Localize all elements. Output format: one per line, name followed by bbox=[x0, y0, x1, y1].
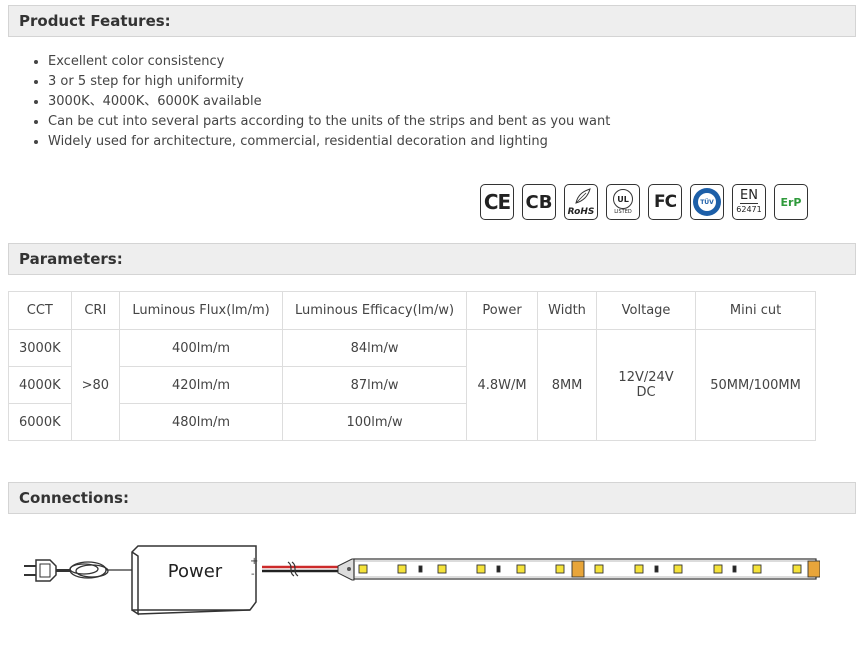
efficacy-cell: 84lm/w bbox=[282, 329, 468, 367]
cct-cell: 6000K bbox=[8, 403, 72, 441]
resistor bbox=[418, 565, 423, 573]
column-header: Power bbox=[466, 291, 539, 330]
product-features-title: Product Features: bbox=[19, 12, 171, 30]
table-header-row: CCT CRI Luminous Flux(lm/m) Luminous Eff… bbox=[8, 291, 817, 330]
parameters-title: Parameters: bbox=[19, 250, 123, 268]
column-header: Luminous Flux(lm/m) bbox=[119, 291, 284, 330]
en-62471-mark-icon: EN 62471 bbox=[732, 184, 766, 220]
list-item: Widely used for architecture, commercial… bbox=[48, 132, 610, 152]
feature-list: Excellent color consistency 3 or 5 step … bbox=[26, 52, 610, 152]
column-header: CCT bbox=[8, 291, 72, 330]
led-chip bbox=[437, 564, 447, 574]
led-chip bbox=[516, 564, 526, 574]
column-header: Mini cut bbox=[695, 291, 817, 330]
list-item: Excellent color consistency bbox=[48, 52, 610, 72]
ul-listed-mark-icon: UL LISTED bbox=[606, 184, 640, 220]
certification-logos: CE CB RoHS UL LISTED FC TÜV EN 62471 ErP bbox=[480, 184, 808, 222]
list-item: 3000K、4000K、6000K available bbox=[48, 92, 610, 112]
cut-pad bbox=[571, 560, 585, 578]
resistor bbox=[654, 565, 659, 573]
column-header: Voltage bbox=[596, 291, 697, 330]
plug-icon bbox=[24, 559, 70, 582]
table-row: 3000K >80 400lm/m 84lm/w 4.8W/M 8MM 12V/… bbox=[8, 329, 817, 441]
led-chip bbox=[792, 564, 802, 574]
rohs-mark-icon: RoHS bbox=[564, 184, 598, 220]
cut-pad bbox=[807, 560, 820, 578]
power-supply-icon: Power bbox=[131, 545, 257, 616]
resistor bbox=[496, 565, 501, 573]
cb-mark-icon: CB bbox=[522, 184, 556, 220]
efficacy-cell: 100lm/w bbox=[282, 403, 468, 441]
list-item: Can be cut into several parts according … bbox=[48, 112, 610, 132]
column-header: Luminous Efficacy(lm/w) bbox=[282, 291, 468, 330]
flux-cell: 420lm/m bbox=[119, 366, 284, 404]
parameters-header: Parameters: bbox=[8, 243, 856, 275]
erp-mark-icon: ErP bbox=[774, 184, 808, 220]
coiled-cable-icon bbox=[69, 561, 132, 579]
cct-cell: 3000K bbox=[8, 329, 72, 367]
minus-label: - bbox=[251, 569, 255, 580]
efficacy-cell: 87lm/w bbox=[282, 366, 468, 404]
led-chip bbox=[634, 564, 644, 574]
led-chip bbox=[713, 564, 723, 574]
power-label: Power bbox=[168, 561, 223, 582]
parameters-table: CCT CRI Luminous Flux(lm/m) Luminous Eff… bbox=[8, 291, 817, 441]
led-chip bbox=[594, 564, 604, 574]
list-item: 3 or 5 step for high uniformity bbox=[48, 72, 610, 92]
cct-cell: 4000K bbox=[8, 366, 72, 404]
mini-cut-cell: 50MM/100MM bbox=[695, 329, 817, 441]
tuv-mark-icon: TÜV bbox=[690, 184, 724, 220]
fcc-mark-icon: FC bbox=[648, 184, 682, 220]
connection-diagram: Power + - bbox=[24, 545, 820, 616]
led-chip bbox=[397, 564, 407, 574]
led-chip bbox=[673, 564, 683, 574]
column-header: CRI bbox=[70, 291, 121, 330]
led-chip bbox=[555, 564, 565, 574]
led-strip-icon bbox=[353, 558, 817, 580]
flux-cell: 480lm/m bbox=[119, 403, 284, 441]
plus-label: + bbox=[250, 556, 258, 567]
led-chip bbox=[358, 564, 368, 574]
width-cell: 8MM bbox=[537, 329, 598, 441]
flux-cell: 400lm/m bbox=[119, 329, 284, 367]
output-wires-icon bbox=[262, 558, 355, 581]
connections-title: Connections: bbox=[19, 489, 129, 507]
cri-cell: >80 bbox=[70, 329, 121, 441]
product-features-header: Product Features: bbox=[8, 5, 856, 37]
led-chip bbox=[752, 564, 762, 574]
ce-mark-icon: CE bbox=[480, 184, 514, 220]
resistor bbox=[732, 565, 737, 573]
connections-header: Connections: bbox=[8, 482, 856, 514]
column-header: Width bbox=[537, 291, 598, 330]
voltage-cell: 12V/24V DC bbox=[596, 329, 697, 441]
power-cell: 4.8W/M bbox=[466, 329, 539, 441]
led-chip bbox=[476, 564, 486, 574]
